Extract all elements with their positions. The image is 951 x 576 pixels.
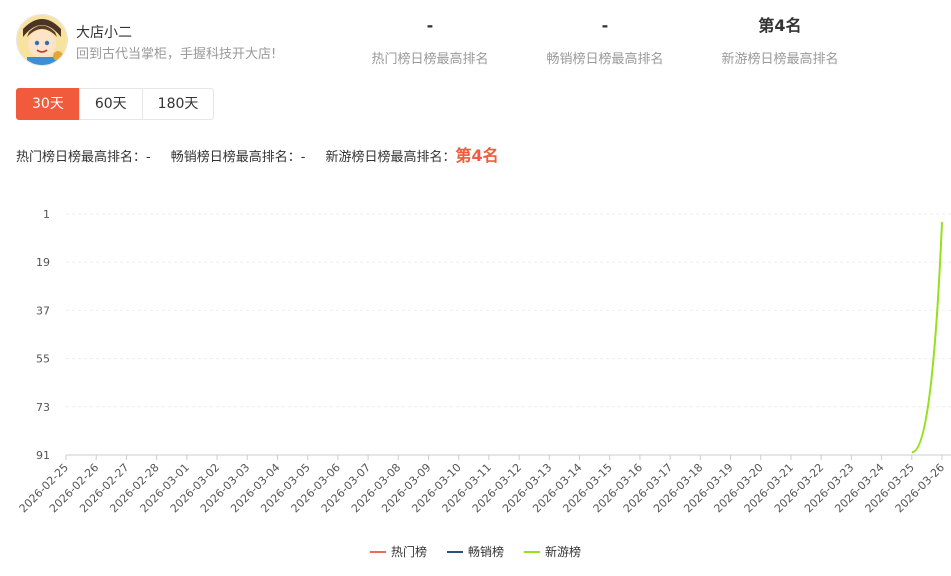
legend-item-bestseller[interactable]: 畅销榜 [446, 543, 504, 560]
y-tick-label: 73 [36, 401, 50, 414]
rank-summary: 热门榜日榜最高排名： - 畅销榜日榜最高排名： - 新游榜日榜最高排名： 第4名 [16, 142, 519, 166]
legend-item-hot[interactable]: 热门榜 [369, 543, 427, 560]
chart-y-axis: 1 19 37 55 73 91 [36, 208, 50, 462]
y-tick-label: 19 [36, 256, 50, 269]
summary-bestseller: 畅销榜日榜最高排名： - [171, 146, 306, 165]
game-title: 大店小二 [76, 25, 132, 41]
stat-newgame-value: 第4名 [758, 16, 802, 35]
y-tick-label: 1 [43, 208, 50, 221]
legend-swatch-bestseller [446, 550, 463, 553]
tab-60-days[interactable]: 60天 [78, 88, 143, 120]
summary-newgame-value: 第4名 [455, 146, 499, 165]
summary-bestseller-value: - [300, 150, 306, 165]
legend-label-bestseller: 畅销榜 [467, 545, 504, 559]
chart-lines [911, 221, 943, 454]
tab-30-days[interactable]: 30天 [16, 88, 80, 120]
chart-grid [66, 213, 951, 408]
stat-bestseller-value: - [601, 16, 609, 35]
legend-label-newgame: 新游榜 [545, 545, 582, 559]
summary-newgame: 新游榜日榜最高排名： 第4名 [325, 142, 498, 166]
tab-180-days[interactable]: 180天 [141, 88, 215, 120]
legend-swatch-hot [369, 550, 386, 553]
stat-newgame-rank: 第4名 新游榜日榜最高排名 [705, 14, 855, 67]
y-tick-label: 37 [36, 304, 50, 317]
period-tabs: 30天 60天 180天 [16, 88, 215, 120]
game-avatar-image [17, 15, 67, 65]
summary-hot-label: 热门榜日榜最高排名： [16, 150, 147, 165]
summary-hot-value: - [146, 150, 151, 165]
stat-newgame-label: 新游榜日榜最高排名 [721, 52, 839, 67]
game-avatar[interactable] [16, 14, 68, 66]
stat-hot-value: - [426, 16, 434, 35]
stat-bestseller-label: 畅销榜日榜最高排名 [546, 52, 664, 67]
y-tick-label: 55 [36, 353, 50, 366]
y-tick-label: 91 [36, 449, 50, 462]
chart-x-axis: 2026-02-252026-02-262026-02-272026-02-28… [17, 454, 951, 515]
rank-trend-chart: 1 19 37 55 73 91 2026-02-252026-02-262026-02-… [17, 208, 951, 515]
legend-label-hot: 热门榜 [390, 545, 427, 559]
series-line [911, 221, 943, 454]
chart-legend: 热门榜 畅销榜 新游榜 [0, 543, 951, 560]
stat-bestseller-rank: - 畅销榜日榜最高排名 [530, 14, 680, 67]
summary-bestseller-label: 畅销榜日榜最高排名： [170, 150, 301, 165]
summary-hot: 热门榜日榜最高排名： - [16, 146, 151, 165]
summary-newgame-label: 新游榜日榜最高排名： [325, 150, 456, 165]
game-description: 回到古代当掌柜，手握科技开大店! [76, 47, 277, 62]
legend-item-newgame[interactable]: 新游榜 [524, 543, 581, 560]
legend-swatch-newgame [524, 550, 540, 553]
game-header: 大店小二 回到古代当掌柜，手握科技开大店! - 热门榜日榜最高排名 - 畅销榜日… [0, 0, 951, 80]
stat-hot-rank: - 热门榜日榜最高排名 [355, 14, 505, 67]
stat-hot-label: 热门榜日榜最高排名 [371, 52, 489, 67]
